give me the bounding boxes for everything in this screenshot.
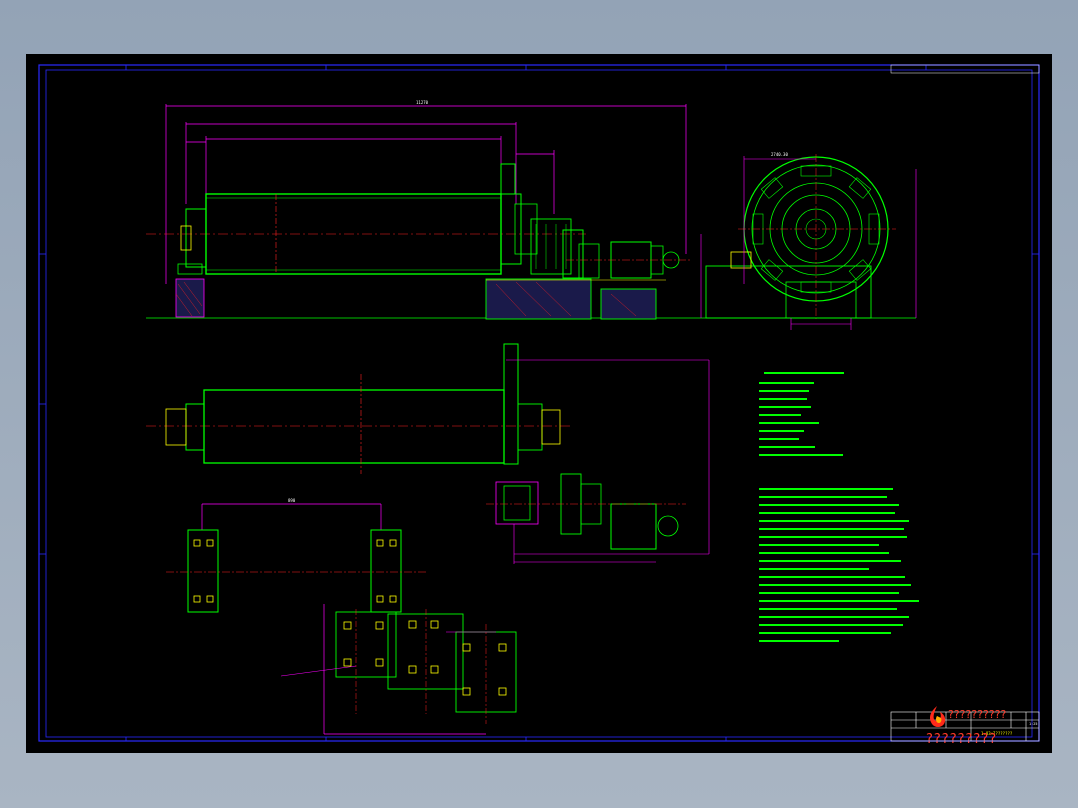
title-block-scale: 1:25 [1029, 722, 1037, 726]
outer-frame [38, 64, 1040, 742]
cad-viewport[interactable]: 11270 2740.30 890 1.83×7??????? 1:25 ???… [26, 54, 1052, 753]
logo-subtitle: ????????? [926, 732, 998, 747]
dim-end-view: 2740.30 [771, 152, 788, 157]
foundation-plan: 890 [166, 498, 517, 735]
tech-notes [759, 372, 919, 642]
front-elevation: 11270 [146, 100, 916, 320]
plan-view [146, 343, 710, 564]
dim-overall: 11270 [416, 100, 429, 105]
company-logo-icon [929, 706, 946, 727]
end-view: 2740.30 [700, 152, 917, 330]
engineering-drawing: 11270 2740.30 890 1.83×7??????? 1:25 [38, 64, 1040, 742]
logo-text: ?????????? [948, 708, 1007, 721]
dim-plan: 890 [288, 498, 296, 503]
frame-ticks [39, 65, 1039, 741]
